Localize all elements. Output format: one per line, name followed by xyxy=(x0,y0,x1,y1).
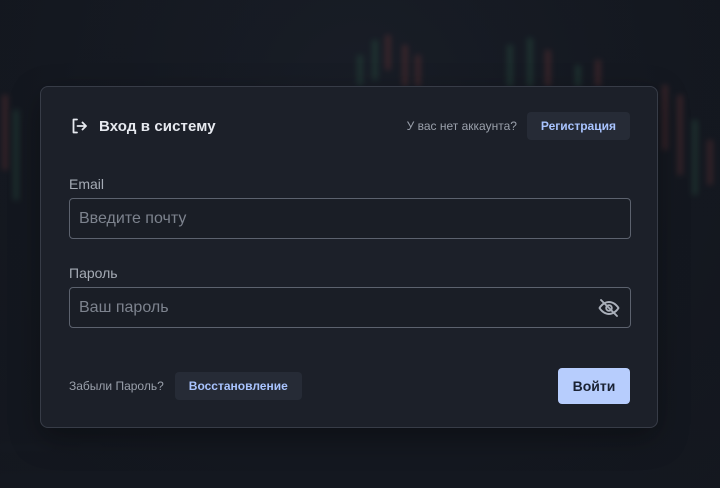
email-input[interactable] xyxy=(70,199,630,238)
password-label: Пароль xyxy=(69,265,118,281)
email-label: Email xyxy=(69,176,105,192)
email-field-box xyxy=(69,198,631,239)
forgot-group: Забыли Пароль? Восстановление xyxy=(69,372,302,400)
password-input[interactable] xyxy=(70,288,597,327)
recover-button[interactable]: Восстановление xyxy=(174,372,302,400)
login-submit-button[interactable]: Войти xyxy=(558,368,630,404)
login-arrow-icon xyxy=(69,116,89,136)
eye-off-icon[interactable] xyxy=(597,296,621,320)
signup-group: У вас нет аккаунта? Регистрация xyxy=(407,112,630,140)
title-group: Вход в систему xyxy=(69,116,216,136)
no-account-text: У вас нет аккаунта? xyxy=(406,119,517,133)
dialog-footer: Забыли Пароль? Восстановление Войти xyxy=(69,368,630,404)
login-dialog: Вход в систему У вас нет аккаунта? Регис… xyxy=(40,86,658,428)
dialog-header: Вход в систему У вас нет аккаунта? Регис… xyxy=(69,111,630,141)
forgot-password-text: Забыли Пароль? xyxy=(69,379,164,393)
password-field-box xyxy=(69,287,631,328)
dialog-title: Вход в систему xyxy=(99,117,216,135)
register-button[interactable]: Регистрация xyxy=(526,112,630,140)
